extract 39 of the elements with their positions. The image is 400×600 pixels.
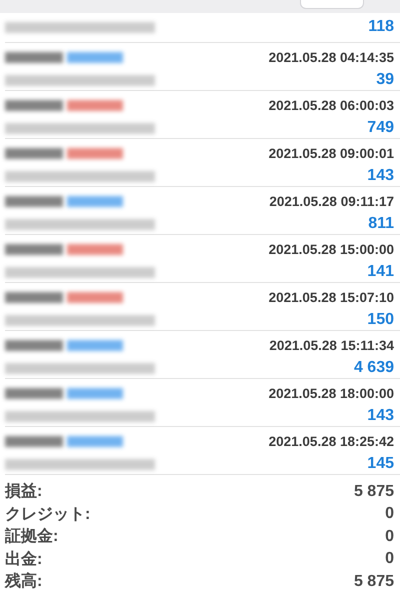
trade-time: 2021.05.28 15:00:00 <box>268 242 394 256</box>
summary-value: 0 <box>385 550 394 568</box>
trade-time: 2021.05.28 09:00:01 <box>268 146 394 160</box>
summary-label: 残高: <box>5 571 42 592</box>
summary-value: 5 875 <box>354 572 394 591</box>
trade-time: 2021.05.28 15:11:34 <box>269 338 394 352</box>
redacted-text <box>5 148 63 158</box>
summary-value: 0 <box>385 528 394 546</box>
trade-profit: 143 <box>367 167 394 185</box>
header-button[interactable] <box>300 0 364 9</box>
trade-time: 2021.05.28 18:25:42 <box>268 434 394 448</box>
trade-time: 2021.05.28 15:07:10 <box>268 290 394 304</box>
trade-profit: 143 <box>367 407 394 425</box>
trade-time: 2021.05.28 18:00:00 <box>268 386 394 400</box>
redacted-text <box>5 340 63 350</box>
trade-profit: 39 <box>376 71 394 89</box>
trade-time: 2021.05.28 09:11:17 <box>269 194 394 208</box>
redacted-text <box>5 244 63 254</box>
summary-label: クレジット: <box>5 504 90 525</box>
summary-label: 出金: <box>5 550 42 570</box>
summary-value: 5 875 <box>354 482 394 501</box>
trade-profit: 145 <box>367 455 394 473</box>
trade-profit: 4 639 <box>354 359 394 377</box>
trade-time: 2021.05.28 06:00:03 <box>268 98 394 112</box>
redacted-text <box>5 388 63 398</box>
redacted-text <box>5 292 63 302</box>
redacted-text <box>5 52 63 62</box>
trade-profit: 811 <box>368 215 394 233</box>
summary-value: 0 <box>385 505 394 524</box>
trade-profit: 150 <box>367 311 394 329</box>
redacted-text <box>5 100 63 110</box>
summary-label: 損益: <box>5 482 42 502</box>
trade-profit: 141 <box>367 263 394 281</box>
trade-time: 2021.05.28 04:14:35 <box>268 50 394 64</box>
trade-profit: 749 <box>367 119 394 137</box>
summary-label: 証拠金: <box>5 526 58 548</box>
redacted-text <box>5 436 63 446</box>
redacted-text <box>5 196 63 206</box>
trade-profit: 118 <box>368 18 394 36</box>
